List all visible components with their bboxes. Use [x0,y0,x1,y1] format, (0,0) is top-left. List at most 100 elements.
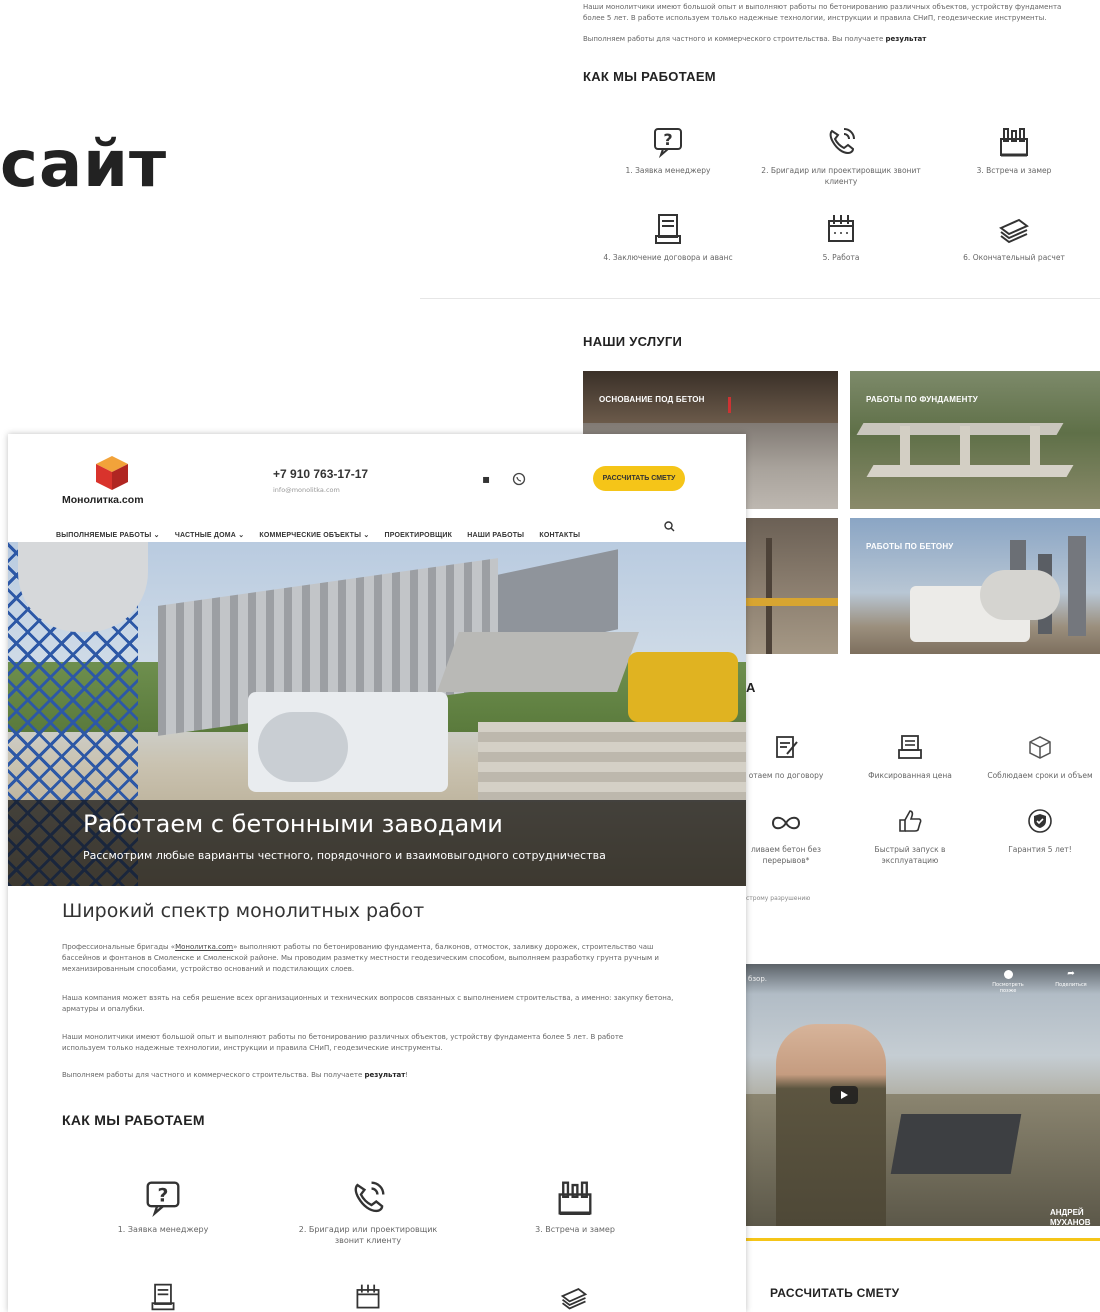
service-tile-concrete[interactable]: РАБОТЫ ПО БЕТОНУ [850,518,1100,654]
search-icon[interactable] [664,521,675,532]
nav-item-commercial[interactable]: КОММЕРЧЕСКИЕ ОБЪЕКТЫ ⌄ [259,532,369,539]
advantage-1-label: отаем по договору [748,771,824,780]
infinity-icon [771,816,801,830]
logo[interactable]: Монолитка.com [62,454,162,506]
paragraph-4-bold: результат [364,1071,406,1079]
section-title: Широкий спектр монолитных работ [62,900,425,922]
logo-text: Монолитка.com [62,494,144,506]
back-how-title: КАК МЫ РАБОТАЕМ [583,69,716,84]
nav-item-private-houses-label: ЧАСТНЫЕ ДОМА [174,532,237,539]
nav-item-works-label: ВЫПОЛНЯЕМЫЕ РАБОТЫ [56,532,152,539]
front-page: Монолитка.com +7 910 763-17-17 info@mono… [8,434,746,1312]
chevron-down-icon: ⌄ [153,532,160,539]
step-1-label: 1. Заявка менеджеру [117,1225,209,1234]
paragraph-4-post: ! [405,1071,409,1079]
phone-icon [829,128,855,155]
share-button[interactable]: ➦ Поделиться [1046,969,1096,989]
back-step-6-label: 6. Окончательный расчет [963,253,1065,262]
step-3: 3. Встреча и замер [490,1178,660,1235]
svg-text:?: ? [158,1186,169,1207]
share-icon: ➦ [1067,969,1075,979]
monolitka-link[interactable]: Монолитка.com [175,943,233,951]
service-tile-foundation[interactable]: РАБОТЫ ПО ФУНДАМЕНТУ [850,371,1100,509]
advantage-2: Фиксированная цена [850,734,970,781]
back-step-4-label: 4. Заключение договора и аванс [603,253,733,262]
page-heading: сайт [0,128,168,202]
share-label: Поделиться [1055,982,1087,988]
step-1: ? 1. Заявка менеджеру [78,1178,248,1235]
chevron-down-icon: ⌄ [363,532,370,539]
question-icon: ? [146,1181,180,1217]
advantage-5: Быстрый запуск в эксплуатацию [850,808,970,866]
youtube-icon[interactable]: ▪ [482,472,490,486]
advantages-footnote: строму разрушению [746,895,811,902]
back-step-6: 6. Окончательный расчет [929,212,1099,263]
factory-icon [558,1181,592,1216]
document-icon [151,1283,175,1311]
video-title: бзор. [748,975,767,983]
back-text-line3: Выполняем работы для частного и коммерче… [583,34,1083,44]
service-tile-concrete-label: РАБОТЫ ПО БЕТОНУ [866,542,954,551]
box-icon [1029,736,1051,759]
hero-title: Работаем с бетонными заводами [83,810,503,838]
advantage-4: ливаем бетон без перерывов* [746,812,826,866]
paragraph-4-pre: Выполняем работы для частного и коммерче… [62,1071,365,1079]
main-nav: ВЫПОЛНЯЕМЫЕ РАБОТЫ ⌄ ЧАСТНЫЕ ДОМА ⌄ КОММ… [56,522,590,541]
nav-item-designer[interactable]: ПРОЕКТИРОВЩИК [385,532,453,539]
factory-icon [1000,128,1028,157]
phone-icon [354,1181,385,1213]
advantage-3-label: Соблюдаем сроки и объем [987,771,1093,780]
nav-item-contacts[interactable]: КОНТАКТЫ [539,532,580,539]
back-step-5: 5. Работа [756,212,926,263]
divider [420,298,1100,299]
blueprint-icon [356,1284,380,1309]
contract-icon [776,736,798,758]
shield-icon [1028,809,1052,833]
advantage-1: отаем по договору [746,734,826,781]
price-icon [898,735,922,759]
back-step-3: 3. Встреча и замер [929,125,1099,176]
play-icon [841,1091,848,1099]
video-person-name: АНДРЕЙ МУХАНОВ [1050,1208,1091,1226]
hero-subtitle: Рассмотрим любые варианты честного, поря… [83,849,606,862]
phone-number[interactable]: +7 910 763-17-17 [273,467,368,481]
chevron-down-icon: ⌄ [238,532,245,539]
calculate-estimate-button[interactable]: РАССЧИТАТЬ СМЕТУ [593,466,685,491]
question-icon: ? [654,128,682,159]
svg-text:?: ? [663,130,672,149]
step-2-label: 2. Бригадир или проектировщик звонит кли… [298,1225,438,1245]
hero-banner: Работаем с бетонными заводами Рассмотрим… [8,542,746,886]
nav-item-commercial-label: КОММЕРЧЕСКИЕ ОБЪЕКТЫ [259,532,362,539]
service-tile-3[interactable] [746,518,838,654]
back-text-line3-normal: Выполняем работы для частного и коммерче… [583,35,884,43]
nav-item-private-houses[interactable]: ЧАСТНЫЕ ДОМА ⌄ [175,532,244,539]
paragraph-3: Наши монолитчики имеют большой опыт и вы… [62,1033,624,1052]
back-step-5-label: 5. Работа [822,253,860,262]
service-tile-base-label: ОСНОВАНИЕ ПОД БЕТОН [599,395,705,404]
back-text-line3-bold: результат [885,35,927,43]
nav-item-our-works[interactable]: НАШИ РАБОТЫ [467,532,524,539]
whatsapp-icon[interactable] [512,472,526,486]
watch-later-button[interactable]: Посмотреть позже [986,970,1030,994]
step-3-label: 3. Встреча и замер [535,1225,615,1234]
back-step-3-label: 3. Встреча и замер [976,166,1052,175]
back-step-2: 2. Бригадир или проектировщик звонит кли… [756,125,926,187]
paragraph-4: Выполняем работы для частного и коммерче… [62,1070,692,1081]
estimate-title: РАССЧИТАТЬ СМЕТУ [770,1286,900,1300]
service-tile-foundation-label: РАБОТЫ ПО ФУНДАМЕНТУ [866,395,978,404]
back-step-4: 4. Заключение договора и аванс [583,212,753,263]
play-button[interactable] [830,1086,858,1104]
logo-cube-icon [96,456,128,490]
back-text-line1: Наши монолитчики имеют большой опыт и вы… [583,3,1062,11]
advantage-3: Соблюдаем сроки и объем [980,734,1100,781]
nav-item-works[interactable]: ВЫПОЛНЯЕМЫЕ РАБОТЫ ⌄ [56,532,160,539]
advantage-2-label: Фиксированная цена [868,771,952,780]
video-player[interactable]: бзор. Посмотреть позже ➦ Поделиться АНДР… [746,964,1100,1226]
paragraph-1: Профессиональные бригады «Монолитка.com»… [62,942,692,975]
money-icon [999,218,1029,244]
back-step-1: ? 1. Заявка менеджеру [583,125,753,176]
back-step-2-label: 2. Бригадир или проектировщик звонит кли… [761,166,921,186]
blueprint-icon [828,215,854,242]
email-link[interactable]: info@monolitka.com [273,486,340,494]
how-we-work-title: КАК МЫ РАБОТАЕМ [62,1112,205,1128]
